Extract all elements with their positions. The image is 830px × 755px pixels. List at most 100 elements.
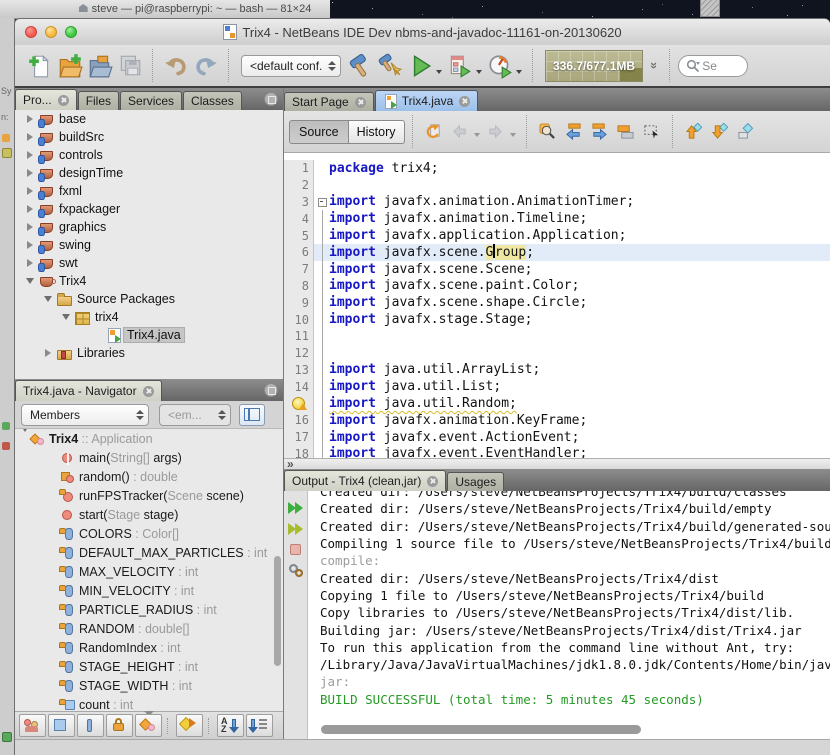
members-view-dropdown[interactable]: Members	[21, 404, 149, 426]
code-fold-margin[interactable]	[314, 429, 329, 446]
line-number[interactable]: 13	[284, 362, 314, 379]
navigator-member-row[interactable]: PARTICLE_RADIUS : int	[15, 600, 283, 619]
navigator-member-row[interactable]: RandomIndex : int	[15, 638, 283, 657]
expand-arrow-icon[interactable]	[23, 169, 37, 177]
window-titlebar[interactable]: Trix4 - NetBeans IDE Dev nbms-and-javado…	[15, 19, 830, 46]
code-fold-margin[interactable]	[314, 160, 329, 177]
navigator-member-row[interactable]: STAGE_WIDTH : int	[15, 676, 283, 695]
code-line[interactable]: 8 import javafx.scene.paint.Color;	[284, 278, 830, 295]
filter-inherited-members-button[interactable]	[19, 714, 46, 737]
code-line[interactable]: 2	[284, 177, 830, 194]
last-edit-location-button[interactable]	[421, 119, 447, 145]
code-fold-margin[interactable]	[314, 412, 329, 429]
project-tree-row[interactable]: fxml	[15, 182, 283, 200]
open-project-button[interactable]	[85, 51, 115, 81]
navigator-member-row[interactable]: Trix4 :: Application	[15, 429, 283, 448]
expand-arrow-icon[interactable]	[23, 205, 37, 213]
navigator-member-row[interactable]: STAGE_HEIGHT : int	[15, 657, 283, 676]
project-tree-row[interactable]: Trix4	[15, 272, 283, 290]
code-editor[interactable]: 1 package trix4; 2 3	[284, 153, 830, 458]
code-fold-margin[interactable]	[314, 210, 329, 227]
inheritance-filter-dropdown[interactable]: <em...	[159, 404, 231, 426]
navigator-member-row[interactable]: random() : double	[15, 467, 283, 486]
expand-arrow-icon[interactable]	[23, 278, 37, 284]
line-number[interactable]: 3	[284, 194, 314, 211]
filter-static-members-button[interactable]	[77, 714, 104, 737]
toggle-bookmark-button[interactable]	[733, 119, 759, 145]
quick-search-box[interactable]	[678, 55, 748, 77]
expand-arrow-icon[interactable]	[23, 259, 37, 267]
code-fold-margin[interactable]	[314, 227, 329, 244]
code-line[interactable]: 5 import javafx.application.Application;	[284, 227, 830, 244]
profile-project-button[interactable]	[485, 51, 515, 81]
navigator-member-row[interactable]: RANDOM : double[]	[15, 619, 283, 638]
expand-arrow-icon[interactable]	[23, 223, 37, 231]
debug-project-button[interactable]	[445, 51, 475, 81]
expand-arrow-icon[interactable]	[59, 314, 73, 320]
code-line[interactable]: 17 import javafx.event.ActionEvent;	[284, 429, 830, 446]
maximize-panel-button[interactable]	[264, 383, 278, 397]
project-tree-row[interactable]: fxpackager	[15, 200, 283, 218]
project-tree-row[interactable]: controls	[15, 146, 283, 164]
configuration-dropdown[interactable]: <default conf...	[241, 55, 341, 77]
find-previous-occurrence-button[interactable]	[561, 119, 587, 145]
history-view-button[interactable]: History	[349, 120, 405, 144]
code-line[interactable]: import java.util.Random;	[284, 395, 830, 412]
expand-arrow-icon[interactable]	[41, 349, 55, 357]
code-fold-margin[interactable]	[314, 378, 329, 395]
javadoc-view-button[interactable]	[239, 404, 265, 426]
close-tab-icon[interactable]	[459, 96, 470, 107]
code-fold-margin[interactable]	[314, 294, 329, 311]
output-tab[interactable]: Usages	[447, 472, 504, 491]
output-log[interactable]: Created dir: /Users/steve/NetBeansProjec…	[308, 491, 830, 731]
close-tab-icon[interactable]	[355, 97, 366, 108]
expand-arrow-icon[interactable]	[23, 133, 37, 141]
code-line[interactable]: 10 import javafx.stage.Stage;	[284, 311, 830, 328]
close-tab-icon[interactable]	[427, 476, 438, 487]
profile-dropdown-caret[interactable]	[516, 70, 522, 74]
line-number[interactable]: 10	[284, 311, 314, 328]
line-number[interactable]: 12	[284, 345, 314, 362]
navigator-scrollbar-thumb[interactable]	[274, 556, 281, 666]
window-resize-grip[interactable]	[700, 0, 720, 17]
clean-and-build-button[interactable]	[375, 51, 405, 81]
run-dropdown-caret[interactable]	[436, 70, 442, 74]
code-line[interactable]: 16 import javafx.animation.KeyFrame;	[284, 412, 830, 429]
build-project-button[interactable]	[345, 51, 375, 81]
project-tree-row[interactable]: buildSrc	[15, 128, 283, 146]
navigator-members-tree[interactable]: Trix4 :: Application main(String[] args)	[15, 429, 283, 711]
line-number[interactable]: 14	[284, 378, 314, 395]
code-line[interactable]: 9 import javafx.scene.shape.Circle;	[284, 294, 830, 311]
code-line[interactable]: 14 import java.util.List;	[284, 378, 830, 395]
code-fold-margin[interactable]	[314, 278, 329, 295]
find-selection-button[interactable]	[535, 119, 561, 145]
code-line[interactable]: 13 import java.util.ArrayList;	[284, 362, 830, 379]
close-tab-icon[interactable]	[143, 386, 154, 397]
project-tree-row[interactable]: base	[15, 110, 283, 128]
project-tree-row[interactable]: Trix4.java	[15, 326, 283, 344]
expand-arrow-icon[interactable]	[23, 187, 37, 195]
code-line[interactable]: 12	[284, 345, 830, 362]
code-fold-margin[interactable]	[314, 345, 329, 362]
line-number[interactable]: 1	[284, 160, 314, 177]
stop-build-button[interactable]	[288, 543, 304, 557]
expand-arrow-icon[interactable]	[23, 115, 37, 123]
filter-non-public-members-button[interactable]	[106, 714, 133, 737]
project-tree-row[interactable]: designTime	[15, 164, 283, 182]
line-number[interactable]: 5	[284, 227, 314, 244]
navigator-member-row[interactable]: start(Stage stage)	[15, 505, 283, 524]
sort-by-source-button[interactable]	[246, 714, 273, 737]
project-tree-row[interactable]: Source Packages	[15, 290, 283, 308]
projects-tree[interactable]: base buildSrc controls	[15, 110, 283, 379]
navigator-member-row[interactable]: count : int	[15, 695, 283, 711]
rerun-build-button[interactable]	[288, 501, 304, 515]
navigator-member-row[interactable]: MIN_VELOCITY : int	[15, 581, 283, 600]
editor-tab[interactable]: Trix4.java	[375, 90, 479, 111]
close-tab-icon[interactable]	[58, 95, 69, 106]
search-input[interactable]	[700, 58, 728, 74]
back-button[interactable]	[447, 119, 473, 145]
new-project-button[interactable]	[55, 51, 85, 81]
source-view-button[interactable]: Source	[289, 120, 349, 144]
sort-alphabetically-button[interactable]: AZ	[217, 714, 244, 737]
forward-dropdown-caret[interactable]	[510, 133, 516, 137]
